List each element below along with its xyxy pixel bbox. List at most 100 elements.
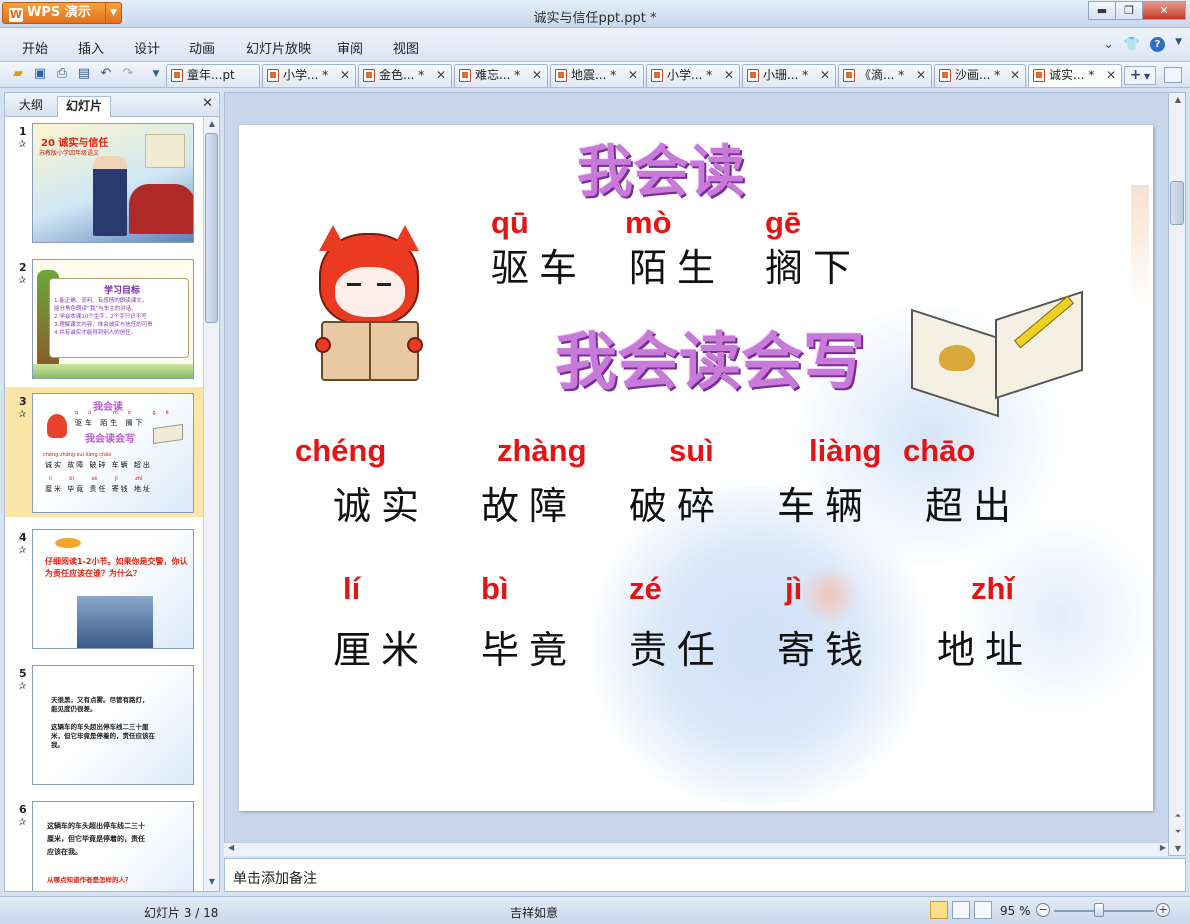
scroll-left-icon[interactable]: ◀: [228, 843, 234, 852]
close-tab-icon[interactable]: ✕: [916, 65, 926, 86]
close-tab-icon[interactable]: ✕: [820, 65, 830, 86]
doc-tab[interactable]: 童年...pt: [166, 64, 260, 87]
close-window-button[interactable]: ✕: [1142, 1, 1186, 20]
tab-list-icon[interactable]: [1164, 67, 1182, 83]
scroll-right-icon[interactable]: ▶: [1160, 843, 1166, 852]
menu-slideshow[interactable]: 幻灯片放映: [246, 38, 311, 57]
menu-design[interactable]: 设计: [134, 38, 160, 57]
ppt-file-icon: [939, 69, 951, 82]
thumbnail-slide-6[interactable]: 6 ✰ 这辆车的车头超出停车线二三十 厘米，但它毕竟是停着的，责任 应该在我。 …: [5, 795, 203, 891]
scrollbar-thumb[interactable]: [205, 133, 218, 323]
title-bar: W WPS 演示 ▼ 诚实与信任ppt.ppt * ▬ ❐ ✕: [0, 0, 1190, 28]
help-dropdown-icon[interactable]: ▼: [1175, 37, 1182, 52]
theme-name: 吉祥如意: [510, 906, 559, 920]
print-icon[interactable]: ⎙: [54, 66, 70, 82]
tab-outline[interactable]: 大纲: [11, 96, 51, 117]
thumb-line: 能分角色朗读“我”与车主的对话。: [54, 306, 137, 312]
transition-icon: ✰: [18, 681, 27, 692]
thumbnail-slide-4[interactable]: 4 ✰ 仔细阅读1-2小节。如果你是交警，你认为责任应该在谁？为什么？: [5, 523, 203, 653]
menu-bar: 开始 插入 设计 动画 幻灯片放映 审阅 视图 ⌄ 👕 ? ▼: [0, 28, 1190, 62]
ppt-file-icon: [843, 69, 855, 82]
ppt-file-icon: [171, 69, 183, 82]
zoom-out-button[interactable]: −: [1036, 903, 1050, 917]
thumbnail-slide-3[interactable]: 3 ✰ 我会读 qū mò gē 驱车 陌生 搁下 我会读会写 chéng zh…: [5, 387, 203, 517]
pinyin-mo: mò: [625, 205, 672, 240]
word-bijing: 毕竟: [481, 628, 578, 672]
slide-canvas[interactable]: 我会读 qū mò gē 驱车 陌生 搁下 我会读会写 chéng zhàng …: [239, 125, 1153, 811]
pinyin-ge: gē: [765, 205, 802, 240]
side-decoration: [1131, 185, 1149, 305]
menu-home[interactable]: 开始: [22, 38, 48, 57]
thumbnail-image: 学习目标 1.能正确、流利、有感情的朗读课文， 能分角色朗读“我”与车主的对话。…: [32, 259, 194, 379]
menu-review[interactable]: 审阅: [337, 38, 363, 57]
slide-navigation-pane: 大纲 幻灯片 ✕ 1 ✰ 20 诚实与信任 苏教版小学四年级语文 2 ✰ 学习目…: [4, 92, 220, 892]
slideshow-view-button[interactable]: [974, 901, 992, 919]
doc-tab[interactable]: 小学... * ✕: [646, 64, 740, 87]
thumb-text: 仔细阅读1-2小节。如果你是交警，你认为责任应该在谁？为什么？: [45, 557, 188, 578]
doc-tab[interactable]: 小学... * ✕: [262, 64, 356, 87]
doc-tab[interactable]: 小珊... * ✕: [742, 64, 836, 87]
thumbnail-slide-1[interactable]: 1 ✰ 20 诚实与信任 苏教版小学四年级语文: [5, 117, 203, 247]
doc-tab[interactable]: 难忘... * ✕: [454, 64, 548, 87]
close-tab-icon[interactable]: ✕: [1010, 65, 1020, 86]
pinyin-qu: qū: [491, 205, 529, 240]
open-folder-icon[interactable]: ▰: [10, 66, 26, 82]
zoom-slider-knob[interactable]: [1094, 903, 1104, 917]
zoom-in-button[interactable]: +: [1156, 903, 1170, 917]
scroll-up-icon[interactable]: ▲: [1172, 95, 1184, 104]
restore-button[interactable]: ❐: [1115, 1, 1143, 20]
print-preview-icon[interactable]: ▤: [76, 66, 92, 82]
new-tab-button[interactable]: + ▼: [1124, 66, 1156, 85]
save-icon[interactable]: ▣: [32, 66, 48, 82]
scroll-down-icon[interactable]: ▼: [1172, 844, 1184, 853]
close-tab-icon[interactable]: ✕: [628, 65, 638, 86]
close-tab-icon[interactable]: ✕: [1106, 65, 1116, 86]
next-slide-icon[interactable]: ⏷: [1172, 827, 1184, 837]
notes-pane[interactable]: 单击添加备注: [224, 858, 1186, 892]
transition-icon: ✰: [18, 275, 27, 286]
redo-icon[interactable]: ↷: [120, 66, 136, 82]
word-posui: 破碎: [629, 484, 726, 528]
tab-slides[interactable]: 幻灯片: [57, 96, 112, 117]
help-icon[interactable]: ?: [1150, 37, 1166, 52]
menu-animation[interactable]: 动画: [189, 38, 215, 57]
close-tab-icon[interactable]: ✕: [532, 65, 542, 86]
skin-icon[interactable]: 👕: [1124, 37, 1140, 52]
menu-view[interactable]: 视图: [393, 38, 419, 57]
close-pane-icon[interactable]: ✕: [202, 96, 213, 111]
undo-icon[interactable]: ↶: [98, 66, 114, 82]
close-tab-icon[interactable]: ✕: [436, 65, 446, 86]
doc-tab[interactable]: 沙画... * ✕: [934, 64, 1026, 87]
ppt-file-icon: [747, 69, 759, 82]
close-tab-icon[interactable]: ✕: [340, 65, 350, 86]
zoom-level: 95 %: [1000, 904, 1031, 918]
ppt-file-icon: [459, 69, 471, 82]
pinyin-zhi: zhǐ: [971, 571, 1015, 606]
doc-tab[interactable]: 地震... * ✕: [550, 64, 644, 87]
thumbnail-slide-5[interactable]: 5 ✰ 天很黑，又有点雾。尽管有路灯， 能见度仍很差。 这辆车的车头超出停车线二…: [5, 659, 203, 789]
pinyin-chao: chāo: [903, 433, 976, 468]
doc-tab[interactable]: 金色... * ✕: [358, 64, 452, 87]
close-tab-icon[interactable]: ✕: [724, 65, 734, 86]
thumbnail-scrollbar[interactable]: ▲ ▼: [203, 117, 219, 891]
doc-tab-active[interactable]: 诚实... * ✕: [1028, 64, 1122, 87]
menu-insert[interactable]: 插入: [78, 38, 104, 57]
doc-tab[interactable]: 《滴... * ✕: [838, 64, 932, 87]
scroll-up-icon[interactable]: ▲: [206, 119, 218, 131]
scrollbar-thumb[interactable]: [1170, 181, 1184, 225]
collapse-ribbon-icon[interactable]: ⌄: [1103, 37, 1114, 52]
slide-vertical-scrollbar[interactable]: ▲ ⏶ ⏷ ▼: [1168, 92, 1186, 856]
horizontal-scrollbar[interactable]: ◀ ▶: [224, 842, 1170, 856]
normal-view-button[interactable]: [930, 901, 948, 919]
scroll-down-icon[interactable]: ▼: [206, 877, 218, 889]
thumbnail-slide-2[interactable]: 2 ✰ 学习目标 1.能正确、流利、有感情的朗读课文， 能分角色朗读“我”与车主…: [5, 253, 203, 383]
thumbnail-image: 这辆车的车头超出停车线二三十 厘米，但它毕竟是停着的，责任 应该在我。 从哪点知…: [32, 801, 194, 891]
thumb-line: 2.学会本课10个生字，2个字只识不写: [54, 314, 147, 320]
minimize-button[interactable]: ▬: [1088, 1, 1116, 20]
doc-tab-label: 诚实... *: [1049, 68, 1095, 82]
zoom-slider-track[interactable]: [1054, 910, 1154, 912]
slide-sorter-button[interactable]: [952, 901, 970, 919]
thumb-line: [51, 714, 155, 723]
previous-slide-icon[interactable]: ⏶: [1172, 811, 1184, 821]
customize-toolbar-icon[interactable]: ▼: [148, 66, 164, 82]
